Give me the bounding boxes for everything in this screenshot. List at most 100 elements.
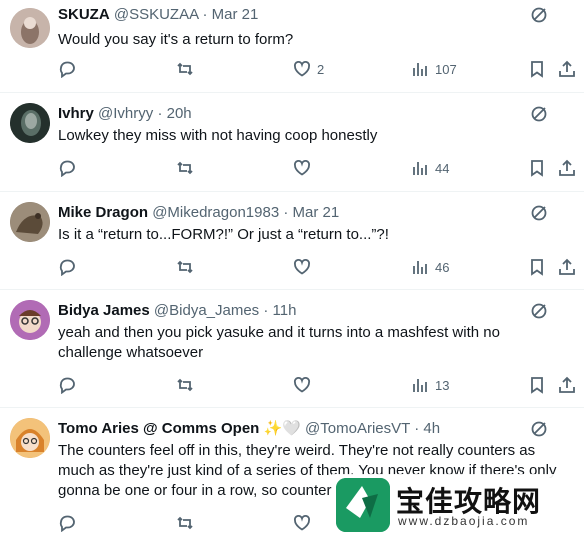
reply-button[interactable] — [58, 159, 76, 177]
share-button[interactable] — [558, 159, 576, 177]
like-button[interactable] — [293, 376, 311, 394]
retweet-icon — [177, 260, 193, 274]
reply-button[interactable] — [58, 376, 76, 394]
bookmark-button[interactable] — [528, 376, 546, 394]
retweet-icon — [177, 161, 193, 175]
share-button[interactable] — [558, 60, 576, 78]
watermark-url: www.dzbaojia.com — [398, 514, 530, 528]
bookmark-icon — [531, 377, 543, 394]
tweet-text: Would you say it's a return to form? — [58, 31, 294, 48]
tweet-text: Lowkey they miss with not having coop ho… — [58, 127, 378, 144]
user-handle[interactable]: @TomoAriesVT — [305, 420, 410, 437]
retweet-button[interactable] — [176, 60, 194, 78]
tweet-header: Mike Dragon @Mikedragon1983 · Mar 21 — [58, 204, 339, 222]
grok-icon[interactable] — [530, 204, 548, 222]
tweet[interactable]: SKUZA @SSKUZAA · Mar 21 Would you say it… — [0, 0, 584, 93]
grok-icon[interactable] — [530, 420, 548, 438]
avatar[interactable] — [10, 103, 50, 143]
user-handle[interactable]: @Mikedragon1983 — [152, 204, 279, 221]
views-button[interactable]: 13 — [411, 376, 449, 394]
views-icon — [413, 379, 427, 392]
grok-icon[interactable] — [530, 105, 548, 123]
separator-dot: · — [414, 420, 420, 437]
bookmark-icon — [531, 61, 543, 78]
retweet-button[interactable] — [176, 258, 194, 276]
timestamp[interactable]: Mar 21 — [293, 204, 340, 221]
grok-icon[interactable] — [530, 6, 548, 24]
separator-dot: · — [157, 105, 163, 122]
bookmark-button[interactable] — [528, 60, 546, 78]
display-name[interactable]: Bidya James — [58, 302, 150, 319]
tweet[interactable]: Bidya James @Bidya_James · 11h yeah and … — [0, 290, 584, 408]
share-button[interactable] — [558, 376, 576, 394]
avatar-image — [10, 8, 50, 48]
timestamp[interactable]: 4h — [423, 420, 440, 437]
like-button[interactable] — [293, 159, 311, 177]
share-icon — [559, 376, 575, 393]
retweet-button[interactable] — [176, 376, 194, 394]
avatar-image — [10, 103, 50, 143]
like-button[interactable]: 2 — [293, 60, 324, 78]
retweet-icon — [177, 62, 193, 76]
views-icon — [413, 261, 427, 274]
display-name[interactable]: Tomo Aries @ Comms Open — [58, 420, 259, 437]
action-bar: 44 — [58, 159, 576, 179]
name-emoji: ✨🤍 — [263, 420, 301, 437]
bookmark-button[interactable] — [528, 159, 546, 177]
display-name[interactable]: SKUZA — [58, 6, 110, 23]
views-icon — [413, 162, 427, 175]
retweet-icon — [177, 378, 193, 392]
like-button[interactable] — [293, 514, 311, 532]
heart-icon — [293, 258, 311, 275]
action-bar: 13 — [58, 376, 576, 396]
action-bar: 2 107 — [58, 60, 576, 80]
retweet-button[interactable] — [176, 159, 194, 177]
watermark: 宝佳攻略网 www.dzbaojia.com — [332, 474, 584, 536]
avatar[interactable] — [10, 8, 50, 48]
views-button[interactable]: 46 — [411, 258, 449, 276]
tweet[interactable]: Mike Dragon @Mikedragon1983 · Mar 21 Is … — [0, 192, 584, 290]
tweet-text: Is it a “return to...FORM?!” Or just a “… — [58, 226, 389, 243]
tweet-header: Ivhry @Ivhryy · 20h — [58, 105, 192, 123]
watermark-logo-icon — [336, 478, 390, 532]
bookmark-icon — [531, 259, 543, 276]
user-handle[interactable]: @Ivhryy — [98, 105, 153, 122]
view-count: 13 — [435, 377, 450, 393]
watermark-logo-icon — [336, 478, 390, 532]
action-bar: 46 — [58, 258, 576, 278]
bookmark-button[interactable] — [528, 258, 546, 276]
retweet-button[interactable] — [176, 514, 194, 532]
timestamp[interactable]: Mar 21 — [212, 6, 259, 23]
like-count: 2 — [317, 61, 325, 77]
avatar-image — [10, 418, 50, 458]
avatar[interactable] — [10, 202, 50, 242]
views-button[interactable]: 107 — [411, 60, 457, 78]
reply-icon — [59, 377, 75, 394]
heart-icon — [293, 514, 311, 531]
reply-button[interactable] — [58, 514, 76, 532]
reply-icon — [59, 160, 75, 177]
like-button[interactable] — [293, 258, 311, 276]
reply-button[interactable] — [58, 60, 76, 78]
user-handle[interactable]: @SSKUZAA — [114, 6, 198, 23]
views-icon — [413, 63, 427, 76]
grok-icon[interactable] — [530, 302, 548, 320]
reply-button[interactable] — [58, 258, 76, 276]
display-name[interactable]: Ivhry — [58, 105, 94, 122]
separator-dot: · — [202, 6, 208, 23]
share-icon — [559, 60, 575, 77]
display-name[interactable]: Mike Dragon — [58, 204, 148, 221]
share-icon — [559, 258, 575, 275]
share-button[interactable] — [558, 258, 576, 276]
view-count: 44 — [435, 160, 450, 176]
avatar[interactable] — [10, 418, 50, 458]
tweet[interactable]: Ivhry @Ivhryy · 20h Lowkey they miss wit… — [0, 93, 584, 192]
avatar[interactable] — [10, 300, 50, 340]
views-button[interactable]: 44 — [411, 159, 449, 177]
reply-icon — [59, 61, 75, 78]
view-count: 46 — [435, 259, 450, 275]
timestamp[interactable]: 20h — [167, 105, 192, 122]
user-handle[interactable]: @Bidya_James — [154, 302, 259, 319]
timestamp[interactable]: 11h — [273, 302, 297, 319]
separator-dot: · — [263, 302, 269, 319]
